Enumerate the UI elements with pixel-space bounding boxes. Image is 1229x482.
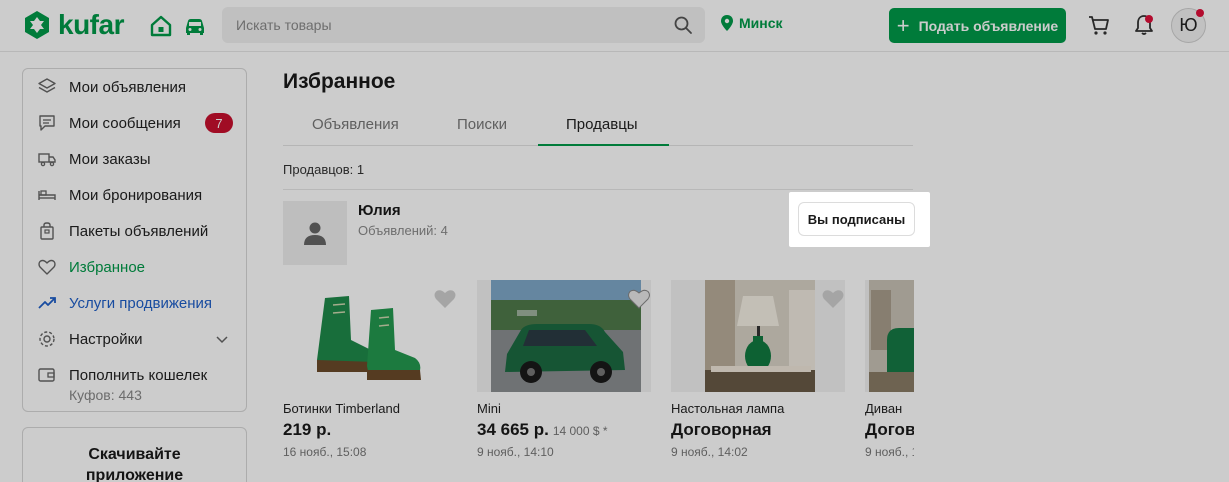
search-input[interactable] <box>222 7 662 43</box>
sidebar-item-top-up-wallet[interactable]: Пополнить кошелек <box>23 361 246 389</box>
trend-icon <box>38 297 56 309</box>
seller-ads-list: Ботинки Timberland 219 р. 16 нояб., 15:0… <box>278 280 914 480</box>
sidebar-item-label: Настройки <box>69 330 143 348</box>
header: kufar Минск + Подать объявление <box>0 0 1229 52</box>
layers-icon <box>38 78 56 93</box>
sidebar-item-label: Услуги продвижения <box>69 294 213 312</box>
ad-price: Договорная <box>671 420 772 440</box>
ad-price-value: Договорная <box>865 420 914 439</box>
ad-price: 34 665 р. 14 000 $ * <box>477 420 608 440</box>
avatar-letter: Ю <box>1179 15 1198 35</box>
location-selector[interactable]: Минск <box>720 15 783 31</box>
sidebar-item-label: Пакеты объявлений <box>69 222 209 240</box>
ad-title: Ботинки Timberland <box>283 401 400 416</box>
heart-icon <box>38 259 56 275</box>
ad-date: 9 нояб., 14:02 <box>865 445 914 459</box>
ad-card[interactable]: Ботинки Timberland 219 р. 16 нояб., 15:0… <box>278 280 462 480</box>
seller-name[interactable]: Юлия <box>358 202 401 219</box>
sidebar-item-my-orders[interactable]: Мои заказы <box>23 145 246 173</box>
gear-icon <box>39 331 55 347</box>
notification-dot <box>1145 15 1153 23</box>
cart-icon[interactable] <box>1087 13 1111 37</box>
location-label: Минск <box>739 15 783 31</box>
ad-title: Диван <box>865 401 903 416</box>
sidebar-item-favorites[interactable]: Избранное <box>23 253 246 281</box>
subscribed-button[interactable]: Вы подписаны <box>798 202 915 236</box>
favorites-tabs: Объявления Поиски Продавцы <box>283 110 913 146</box>
bag-icon <box>40 222 54 240</box>
post-ad-label: Подать объявление <box>918 17 1059 34</box>
boots-image <box>283 280 457 392</box>
sidebar-item-label: Мои заказы <box>69 150 151 168</box>
seller-avatar[interactable] <box>283 201 347 265</box>
wallet-balance: Куфов: 443 <box>69 387 142 403</box>
plus-icon: + <box>896 12 910 38</box>
kufar-logo[interactable]: kufar <box>22 9 124 41</box>
ad-card[interactable]: Mini 34 665 р. 14 000 $ * 9 нояб., 14:10 <box>472 280 656 480</box>
ad-date: 9 нояб., 14:02 <box>671 445 748 459</box>
favorite-heart-icon[interactable] <box>821 288 845 310</box>
search-bar[interactable] <box>222 7 705 43</box>
sidebar-item-my-messages[interactable]: Мои сообщения 7 <box>23 109 246 137</box>
kufar-logo-icon <box>25 11 49 39</box>
chevron-down-icon[interactable] <box>215 332 229 346</box>
sidebar-item-settings[interactable]: Настройки <box>23 325 246 353</box>
ad-date: 9 нояб., 14:10 <box>477 445 554 459</box>
page-title: Избранное <box>283 70 396 93</box>
active-tab-indicator <box>538 144 669 146</box>
truck-icon <box>38 153 56 167</box>
ad-price-value: Договорная <box>671 420 772 439</box>
logo-text: kufar <box>58 9 124 40</box>
chat-icon <box>39 115 55 131</box>
post-ad-button[interactable]: + Подать объявление <box>889 8 1066 43</box>
sidebar-item-label: Мои бронирования <box>69 186 203 204</box>
ad-image <box>671 280 845 392</box>
ad-card[interactable]: Диван Договорная 9 нояб., 14:02 <box>860 280 914 480</box>
sidebar-item-label: Пополнить кошелек <box>69 366 208 384</box>
person-icon <box>304 222 326 245</box>
messages-count-badge: 7 <box>205 113 233 133</box>
ad-image <box>477 280 651 392</box>
sidebar-item-label: Мои сообщения <box>69 114 181 132</box>
realty-house-icon[interactable] <box>149 14 173 38</box>
tab-ads[interactable]: Объявления <box>312 116 399 133</box>
sidebar-item-label: Мои объявления <box>69 78 186 96</box>
ad-title: Настольная лампа <box>671 401 785 416</box>
ad-price: 219 р. <box>283 420 331 440</box>
ad-price-value: 34 665 р. <box>477 420 549 439</box>
mini-car-image <box>477 280 651 392</box>
lamp-image <box>671 280 845 392</box>
ad-price-value: 219 р. <box>283 420 332 439</box>
car-icon[interactable] <box>183 14 207 38</box>
sidebar-item-my-ads[interactable]: Мои объявления <box>23 73 246 101</box>
sidebar-item-ad-packages[interactable]: Пакеты объявлений <box>23 217 246 245</box>
ad-title: Mini <box>477 401 501 416</box>
favorite-heart-icon[interactable] <box>433 288 457 310</box>
sellers-count: Продавцов: 1 <box>283 162 365 177</box>
sofa-image <box>865 280 914 392</box>
sidebar-item-promotion-services[interactable]: Услуги продвижения <box>23 289 246 317</box>
tab-searches[interactable]: Поиски <box>457 116 507 133</box>
location-pin-icon <box>721 15 733 31</box>
favorite-heart-icon[interactable] <box>627 288 651 310</box>
download-app-banner[interactable]: Скачивайте приложение <box>22 427 247 482</box>
sidebar-item-my-bookings[interactable]: Мои бронирования <box>23 181 246 209</box>
onboarding-spotlight: Вы подписаны <box>789 192 930 247</box>
ad-date: 16 нояб., 15:08 <box>283 445 367 459</box>
ad-image <box>865 280 914 392</box>
ad-image <box>283 280 457 392</box>
avatar-notification-dot <box>1196 9 1204 17</box>
sidebar-item-label: Избранное <box>69 258 146 276</box>
divider <box>283 189 913 190</box>
tab-sellers[interactable]: Продавцы <box>566 116 638 133</box>
seller-ads-count: Объявлений: 4 <box>358 223 448 238</box>
ad-card[interactable]: Настольная лампа Договорная 9 нояб., 14:… <box>666 280 850 480</box>
download-app-text: Скачивайте приложение <box>85 446 184 482</box>
wallet-icon <box>38 368 55 382</box>
ad-price: Договорная <box>865 420 914 440</box>
account-sidebar: Мои объявления Мои сообщения 7 Мои заказ… <box>22 68 247 412</box>
bed-icon <box>38 190 56 200</box>
ad-price-usd: 14 000 $ * <box>552 424 608 438</box>
search-icon[interactable] <box>673 15 693 35</box>
